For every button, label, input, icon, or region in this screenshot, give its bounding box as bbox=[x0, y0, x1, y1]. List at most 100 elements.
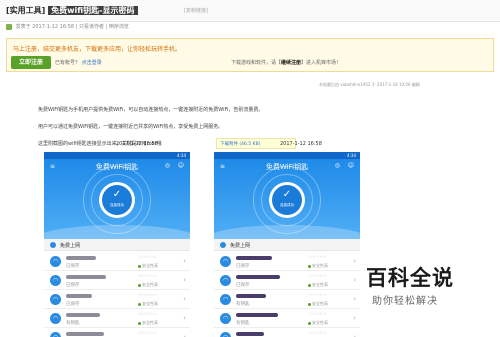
shield-icon bbox=[308, 302, 311, 306]
safety-text: 安全性高 bbox=[312, 301, 328, 306]
watermark-slogan: 助你轻松解决 bbox=[372, 296, 438, 307]
chevron-right-icon[interactable]: › bbox=[183, 333, 186, 337]
meta-separator: | bbox=[75, 24, 78, 30]
signal-rating: ☆☆☆☆☆ bbox=[308, 274, 327, 279]
register-button[interactable]: 立即注册 bbox=[11, 56, 51, 69]
safety-label: 安全性高 bbox=[308, 282, 328, 288]
safety-text: 安全性高 bbox=[312, 263, 328, 268]
wifi-list-item[interactable]: ◠有钥匙☆☆☆☆☆安全性高› bbox=[214, 290, 360, 309]
post-paragraph: 用户可以通过免费WiFi钥匙，一键连接附近已共享的WiFi热点，享受免费上网服务… bbox=[38, 124, 224, 130]
shield-icon bbox=[308, 283, 311, 287]
connected-badge[interactable]: ✓ 连接成功 bbox=[99, 182, 135, 218]
wifi-status: 有钥匙 bbox=[236, 302, 250, 307]
wifi-list-item[interactable]: ◠有钥匙☆☆☆☆☆安全性高› bbox=[44, 328, 190, 337]
section-header: 免费上网 bbox=[44, 239, 190, 251]
chevron-right-icon[interactable]: › bbox=[353, 276, 356, 284]
wifi-icon: ◠ bbox=[50, 294, 61, 305]
safety-label: 安全性高 bbox=[308, 320, 328, 326]
chevron-right-icon[interactable]: › bbox=[183, 276, 186, 284]
chevron-right-icon[interactable]: › bbox=[353, 257, 356, 265]
ssid-redacted bbox=[66, 256, 96, 260]
signal-rating: ☆☆☆☆☆ bbox=[138, 274, 157, 279]
shield-icon bbox=[308, 321, 311, 325]
wifi-icon: ◠ bbox=[50, 275, 61, 286]
watermark-logo: 百科全说 bbox=[366, 266, 454, 290]
wifi-list-item[interactable]: ◠有钥匙☆☆☆☆☆安全性高› bbox=[214, 328, 360, 337]
app-hero: ≡ 免费WiFi钥匙 ◎ ☺ ✓ 连接成功 bbox=[44, 159, 190, 239]
status-time: 4:34 bbox=[347, 153, 356, 158]
safety-label: 安全性高 bbox=[138, 320, 158, 326]
wifi-section-icon bbox=[50, 242, 56, 248]
register-notice: 马上注册，结交更多机友，下载更多应用，让你轻松玩转手机。 立即注册 已有帐号？ … bbox=[6, 38, 494, 72]
signal-rating: ☆☆☆☆☆ bbox=[138, 312, 157, 317]
ssid-redacted bbox=[66, 294, 92, 298]
shot-date: 2017-1-12 16:58 bbox=[280, 141, 322, 147]
safety-text: 安全性高 bbox=[142, 282, 158, 287]
check-icon: ✓ bbox=[112, 189, 122, 200]
market-prompt: 下载游戏和软件，请【继续注册】进入机锋市场！ bbox=[231, 59, 341, 66]
ssid-redacted bbox=[236, 275, 280, 279]
wifi-list-item[interactable]: ◠ 已保存 ☆☆☆☆☆ 安全性高 › bbox=[214, 271, 360, 290]
wifi-status: 已保存 bbox=[66, 283, 80, 288]
shield-icon bbox=[138, 283, 141, 287]
signal-rating: ☆☆☆☆☆ bbox=[308, 331, 327, 336]
category-label[interactable]: [实用工具] bbox=[6, 6, 45, 15]
post-date: 发表于 2017-1-12 16:58 bbox=[15, 24, 75, 30]
notification-icon[interactable]: ◎ bbox=[165, 162, 170, 169]
ssid-redacted bbox=[236, 332, 264, 336]
wifi-list-item[interactable]: ◠有钥匙☆☆☆☆☆安全性高› bbox=[44, 309, 190, 328]
safety-text: 安全性高 bbox=[142, 320, 158, 325]
wave-decoration bbox=[214, 225, 360, 239]
wifi-icon: ◠ bbox=[50, 256, 61, 267]
wifi-icon: ◠ bbox=[50, 313, 61, 324]
wifi-app-screenshot: 4:34 ≡ 免费WiFi钥匙 ◎ ☺ ✓ 连接成功 免费上网 ◠ 已保存 ☆☆☆☆☆ 安全性高 › ◠ 已… bbox=[214, 152, 360, 337]
notification-icon[interactable]: ◎ bbox=[335, 162, 340, 169]
reverse-order-link[interactable]: 倒序浏览 bbox=[109, 24, 129, 30]
safety-text: 安全性高 bbox=[312, 282, 328, 287]
attachment-link[interactable]: 下载附件 (46.5 KB) bbox=[220, 141, 260, 147]
shot-date: 2017-1-12 16:58 bbox=[116, 141, 158, 147]
signal-rating: ☆☆☆☆☆ bbox=[308, 293, 327, 298]
wifi-list-item[interactable]: ◠ 已保存 ☆☆☆☆☆ 安全性高 › bbox=[44, 271, 190, 290]
chevron-right-icon[interactable]: › bbox=[183, 257, 186, 265]
safety-text: 安全性高 bbox=[142, 263, 158, 268]
ssid-redacted bbox=[66, 332, 104, 336]
safety-text: 安全性高 bbox=[142, 301, 158, 306]
wifi-status: 已保存 bbox=[236, 264, 250, 269]
badge-label: 连接成功 bbox=[280, 203, 294, 207]
shield-icon bbox=[138, 302, 141, 306]
wifi-status: 已保存 bbox=[66, 302, 80, 307]
login-prefix: 已有帐号？ bbox=[55, 60, 81, 66]
wave-decoration bbox=[44, 225, 190, 239]
wifi-list-item[interactable]: ◠有钥匙☆☆☆☆☆安全性高› bbox=[214, 309, 360, 328]
chevron-right-icon[interactable]: › bbox=[353, 333, 356, 337]
chevron-right-icon[interactable]: › bbox=[353, 314, 356, 322]
section-header: 免费上网 bbox=[214, 239, 360, 251]
ssid-redacted bbox=[236, 294, 266, 298]
copy-link[interactable]: [复制链接] bbox=[184, 7, 208, 14]
user-icon[interactable]: ☺ bbox=[348, 162, 354, 169]
app-hero: ≡ 免费WiFi钥匙 ◎ ☺ ✓ 连接成功 bbox=[214, 159, 360, 239]
badge-label: 连接成功 bbox=[110, 203, 124, 207]
only-author-link[interactable]: 只看该作者 bbox=[79, 24, 104, 30]
wifi-icon: ◠ bbox=[220, 313, 231, 324]
login-link[interactable]: 点击登录 bbox=[82, 60, 102, 66]
user-icon[interactable]: ☺ bbox=[178, 162, 184, 169]
wifi-icon: ◠ bbox=[50, 332, 61, 337]
connected-badge[interactable]: ✓ 连接成功 bbox=[269, 182, 305, 218]
ssid-redacted bbox=[66, 313, 100, 317]
safety-label: 安全性高 bbox=[138, 263, 158, 269]
chevron-right-icon[interactable]: › bbox=[183, 295, 186, 303]
signal-rating: ☆☆☆☆☆ bbox=[308, 255, 327, 260]
notice-text: 马上注册，结交更多机友，下载更多应用，让你轻松玩转手机。 bbox=[13, 46, 182, 53]
continue-register-link[interactable]: 继续注册 bbox=[281, 60, 301, 66]
wifi-list-item[interactable]: ◠ 已保存 ☆☆☆☆☆ 安全性高 › bbox=[214, 252, 360, 271]
wifi-list-item[interactable]: ◠ 已保存 ☆☆☆☆☆ 安全性高 › bbox=[44, 252, 190, 271]
post-meta: 发表于 2017-1-12 16:58 | 只看该作者 | 倒序浏览 bbox=[6, 23, 129, 30]
chevron-right-icon[interactable]: › bbox=[183, 314, 186, 322]
chevron-right-icon[interactable]: › bbox=[353, 295, 356, 303]
signal-rating: ☆☆☆☆☆ bbox=[138, 293, 157, 298]
wifi-icon: ◠ bbox=[220, 332, 231, 337]
wifi-list-item[interactable]: ◠ 已保存 ☆☆☆☆☆ 安全性高 › bbox=[44, 290, 190, 309]
meta-separator: | bbox=[105, 24, 108, 30]
